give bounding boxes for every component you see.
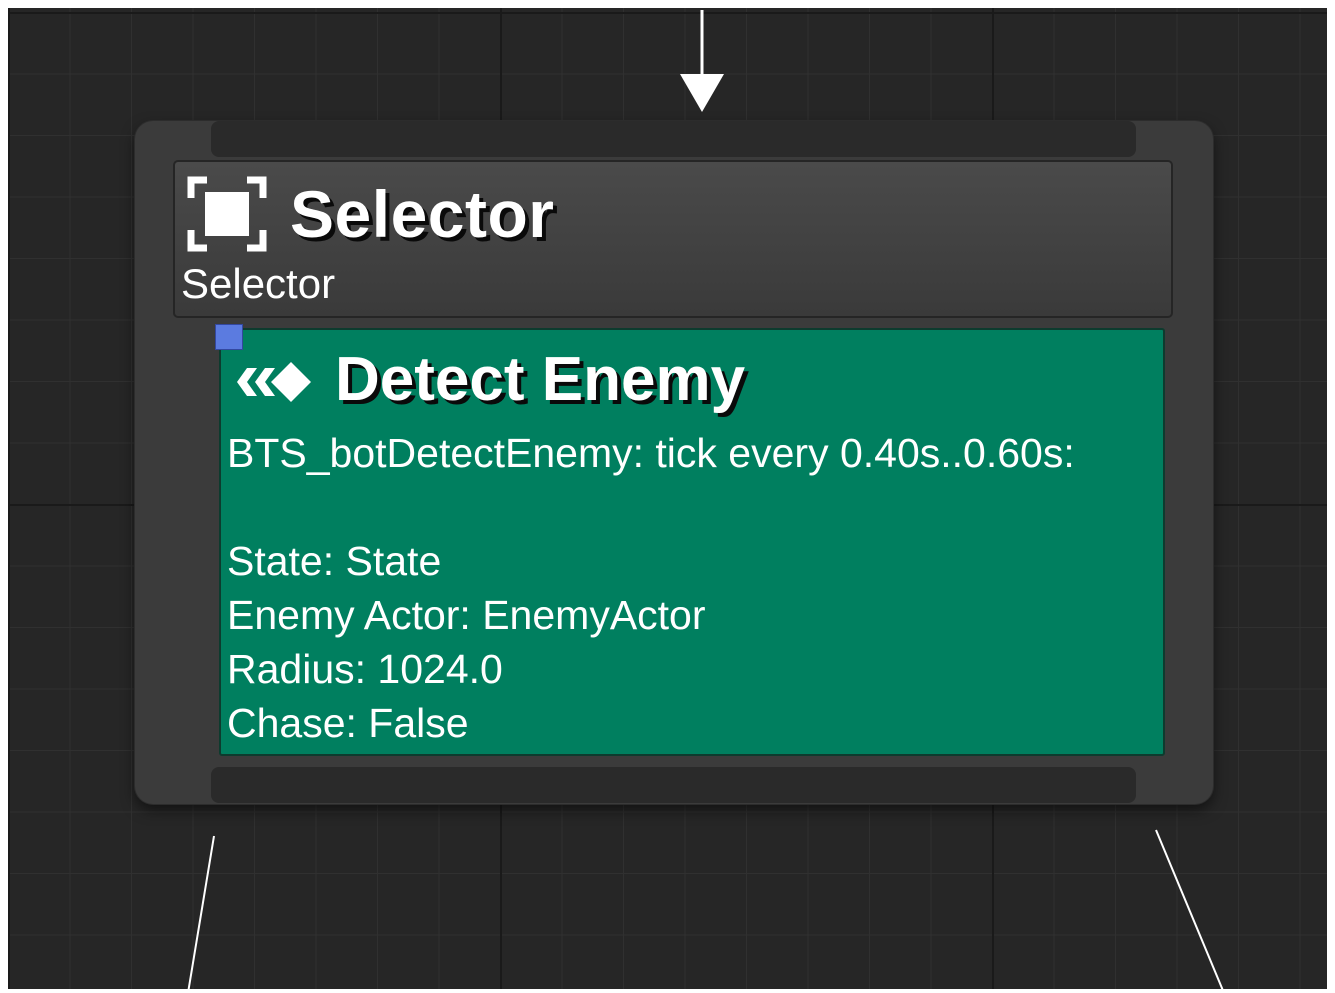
selector-node[interactable]: Selector Selector Detect Enemy BTS_botDe… (135, 121, 1213, 804)
output-pin[interactable] (211, 767, 1136, 803)
service-description-line: Chase: False (227, 700, 469, 746)
input-pin[interactable] (211, 121, 1136, 157)
service-title: Detect Enemy (335, 345, 746, 414)
service-description-line: State: State (227, 538, 442, 584)
service-description-line (227, 480, 1075, 534)
service-detect-enemy[interactable]: Detect Enemy BTS_botDetectEnemy: tick ev… (219, 328, 1165, 756)
service-description: BTS_botDetectEnemy: tick every 0.40s..0.… (227, 426, 1075, 750)
node-subtitle: Selector (181, 260, 336, 307)
selector-icon (187, 176, 267, 252)
service-description-line: BTS_botDetectEnemy: tick every 0.40s..0.… (227, 430, 1075, 476)
node-title: Selector (290, 177, 555, 251)
service-description-line: Enemy Actor: EnemyActor (227, 592, 706, 638)
composite-header[interactable]: Selector Selector (173, 160, 1173, 318)
service-description-line: Radius: 1024.0 (227, 646, 503, 692)
outgoing-wire-left[interactable] (187, 835, 215, 993)
incoming-wire-arrow-icon (680, 74, 724, 112)
service-icon (237, 362, 311, 402)
breakpoint-marker[interactable] (215, 324, 243, 350)
outgoing-wire-right[interactable] (1155, 829, 1225, 993)
